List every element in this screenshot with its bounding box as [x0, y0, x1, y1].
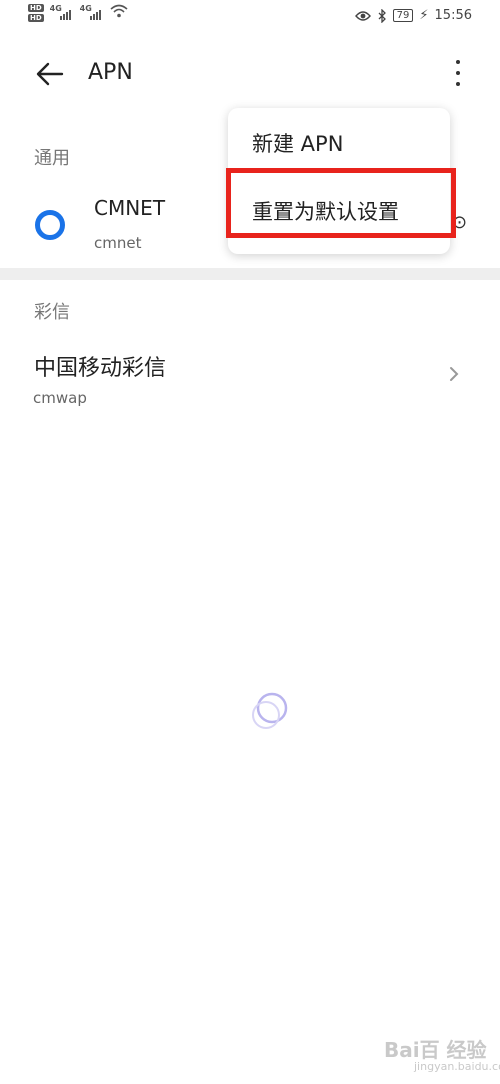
section-label-general: 通用 — [34, 148, 70, 169]
app-bar: APN — [0, 44, 500, 104]
apn-name-cmnet[interactable]: CMNET — [94, 196, 165, 220]
battery-icon: 79 — [392, 9, 414, 22]
hd-badge-2: HD — [28, 14, 44, 22]
signal-2-icon: 4G — [80, 4, 104, 22]
back-arrow-icon[interactable] — [34, 58, 66, 90]
page-title: APN — [88, 60, 133, 85]
section-divider — [0, 268, 500, 280]
more-options-icon[interactable] — [446, 56, 470, 90]
wifi-icon — [110, 4, 128, 18]
status-left: HD HD 4G 4G — [28, 4, 128, 22]
loading-spinner-icon — [252, 692, 288, 729]
highlight-box — [226, 168, 456, 238]
apn-value-mms: cmwap — [33, 389, 87, 407]
hd-badges: HD HD — [28, 4, 44, 22]
status-bar: HD HD 4G 4G 79 ⚡ 15:56 — [0, 0, 500, 34]
section-label-mms: 彩信 — [34, 302, 70, 323]
menu-item-new-apn[interactable]: 新建 APN — [252, 128, 343, 158]
chevron-right-icon[interactable] — [448, 366, 460, 382]
charging-icon: ⚡ — [419, 8, 429, 23]
bluetooth-icon — [378, 8, 386, 23]
hd-badge-1: HD — [28, 4, 44, 12]
watermark-logo: Bai百 经验 — [384, 1038, 487, 1062]
clock: 15:56 — [434, 8, 472, 23]
eye-icon — [354, 10, 371, 21]
apn-name-mms[interactable]: 中国移动彩信 — [34, 350, 166, 382]
watermark-url: jingyan.baidu.com — [414, 1060, 500, 1073]
apn-radio-selected[interactable] — [35, 210, 65, 240]
apn-value-cmnet: cmnet — [94, 234, 142, 252]
status-right: 79 ⚡ 15:56 — [354, 8, 472, 23]
signal-1-icon: 4G — [50, 4, 74, 22]
